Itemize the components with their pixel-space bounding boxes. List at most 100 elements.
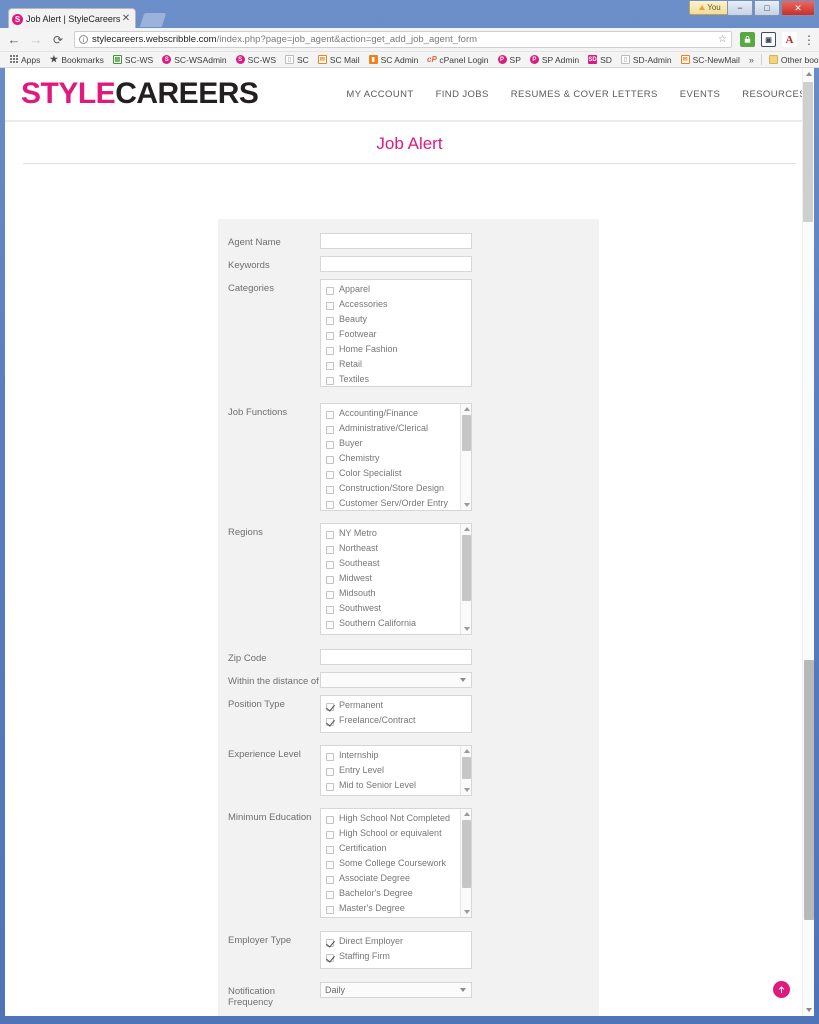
checkbox-icon[interactable]: [326, 590, 334, 599]
checkbox-icon[interactable]: [326, 440, 334, 449]
checkbox-option[interactable]: Direct Employer: [326, 936, 468, 951]
checkbox-icon[interactable]: [326, 470, 334, 479]
scroll-up-icon[interactable]: [463, 812, 470, 816]
close-window-button[interactable]: ✕: [781, 1, 815, 16]
checkbox-option[interactable]: Home Fashion: [326, 344, 468, 359]
checkbox-option[interactable]: Administrative/Clerical: [326, 423, 468, 438]
checkbox-option[interactable]: Midwest: [326, 573, 468, 588]
checkbox-icon[interactable]: [326, 425, 334, 434]
checkbox-icon[interactable]: [326, 702, 334, 711]
checkbox-option[interactable]: Buyer: [326, 438, 468, 453]
nav-item-my-account[interactable]: MY ACCOUNT: [346, 89, 413, 100]
checkbox-icon[interactable]: [326, 485, 334, 494]
checkbox-icon[interactable]: [326, 845, 334, 854]
you-tag-badge[interactable]: You: [689, 1, 731, 15]
bookmark-sp[interactable]: P SP: [494, 55, 525, 65]
scroll-up-icon[interactable]: [463, 749, 470, 753]
checkbox-option[interactable]: Beauty: [326, 314, 468, 329]
employer-type-listbox[interactable]: Direct Employer Staffing Firm: [320, 931, 472, 969]
bookmark-sc-newmail[interactable]: ✉ SC-NewMail: [677, 55, 744, 65]
position-type-listbox[interactable]: Permanent Freelance/Contract: [320, 695, 472, 733]
checkbox-option[interactable]: Construction/Store Design: [326, 483, 468, 498]
checkbox-icon[interactable]: [326, 953, 334, 962]
scrollbar-thumb[interactable]: [462, 535, 471, 601]
checkbox-icon[interactable]: [326, 620, 334, 629]
bookmark-sd-admin[interactable]: ▯ SD-Admin: [617, 55, 676, 65]
bookmark-sc-admin[interactable]: ▮ SC Admin: [365, 55, 423, 65]
adobe-extension-icon[interactable]: A: [782, 32, 797, 47]
checkbox-icon[interactable]: [326, 530, 334, 539]
checkbox-icon[interactable]: [326, 286, 334, 295]
scrollbar-thumb-upper[interactable]: [803, 82, 813, 222]
checkbox-option[interactable]: Master's Degree: [326, 903, 468, 917]
categories-listbox[interactable]: Apparel Accessories Beauty Footwear Home…: [320, 279, 472, 387]
bookmark-sc-ws-2[interactable]: S SC-WS: [232, 55, 280, 65]
notification-frequency-select[interactable]: Daily: [320, 982, 472, 998]
checkbox-icon[interactable]: [326, 752, 334, 761]
checkbox-option[interactable]: Textiles: [326, 374, 468, 386]
checkbox-option[interactable]: Mid to Senior Level: [326, 780, 468, 795]
checkbox-icon[interactable]: [326, 376, 334, 385]
regions-listbox[interactable]: NY Metro Northeast Southeast Midwest Mid…: [320, 523, 472, 635]
checkbox-option[interactable]: High School Not Completed: [326, 813, 468, 828]
checkbox-option[interactable]: Accessories: [326, 299, 468, 314]
checkbox-icon[interactable]: [326, 717, 334, 726]
maximize-button[interactable]: □: [754, 1, 780, 16]
checkbox-icon[interactable]: [326, 361, 334, 370]
scroll-down-icon[interactable]: [463, 788, 470, 792]
experience-level-listbox[interactable]: Internship Entry Level Mid to Senior Lev…: [320, 745, 472, 796]
nav-item-events[interactable]: EVENTS: [680, 89, 720, 100]
job-functions-scrollbar[interactable]: [460, 404, 471, 510]
bookmark-star-icon[interactable]: ☆: [718, 34, 727, 45]
bookmark-sp-admin[interactable]: P SP Admin: [526, 55, 583, 65]
regions-scrollbar[interactable]: [460, 524, 471, 634]
browser-tab[interactable]: S Job Alert | StyleCareers.: ✕: [8, 8, 136, 29]
experience-level-scrollbar[interactable]: [460, 746, 471, 795]
scrollbar-thumb[interactable]: [462, 757, 471, 779]
checkbox-option[interactable]: Apparel: [326, 284, 468, 299]
checkbox-icon[interactable]: [326, 830, 334, 839]
back-to-top-button[interactable]: [773, 981, 790, 998]
scroll-down-icon[interactable]: [806, 1008, 812, 1012]
minimize-button[interactable]: −: [727, 1, 753, 16]
checkbox-option[interactable]: High School or equivalent: [326, 828, 468, 843]
checkbox-option[interactable]: Midsouth: [326, 588, 468, 603]
bookmark-bookmarks[interactable]: ★ Bookmarks: [45, 54, 108, 65]
minimum-education-listbox[interactable]: High School Not Completed High School or…: [320, 808, 472, 918]
checkbox-option[interactable]: Southeast: [326, 558, 468, 573]
job-functions-listbox[interactable]: Accounting/Finance Administrative/Cleric…: [320, 403, 472, 511]
zip-code-input[interactable]: [320, 649, 472, 665]
checkbox-icon[interactable]: [326, 605, 334, 614]
address-bar[interactable]: i stylecareers.webscribble.com/index.php…: [74, 31, 732, 48]
checkbox-icon[interactable]: [326, 905, 334, 914]
checkbox-option[interactable]: Executive/Senior Level: [326, 795, 468, 796]
checkbox-option[interactable]: Internship: [326, 750, 468, 765]
checkbox-option[interactable]: Northeast: [326, 543, 468, 558]
checkbox-option[interactable]: Accounting/Finance: [326, 408, 468, 423]
lastpass-extension-icon[interactable]: [740, 32, 755, 47]
page-scrollbar[interactable]: [802, 68, 814, 1016]
new-tab-button[interactable]: [139, 13, 167, 27]
checkbox-option[interactable]: Southwest: [326, 603, 468, 618]
checkbox-icon[interactable]: [326, 767, 334, 776]
checkbox-icon[interactable]: [326, 545, 334, 554]
checkbox-option[interactable]: Retail: [326, 359, 468, 374]
scroll-up-icon[interactable]: [806, 72, 812, 76]
checkbox-option[interactable]: Entry Level: [326, 765, 468, 780]
browser-menu-icon[interactable]: ⋮: [803, 33, 815, 47]
checkbox-option[interactable]: NY Metro: [326, 528, 468, 543]
checkbox-option[interactable]: Northern California: [326, 633, 468, 634]
checkbox-icon[interactable]: [326, 301, 334, 310]
bookmark-sc-mail[interactable]: ✉ SC Mail: [314, 55, 364, 65]
site-logo[interactable]: STYLECAREERS: [21, 79, 259, 109]
checkbox-icon[interactable]: [326, 782, 334, 791]
reload-icon[interactable]: ⟳: [50, 32, 66, 48]
scroll-down-icon[interactable]: [463, 627, 470, 631]
bookmark-sc-wsadmin[interactable]: S SC-WSAdmin: [158, 55, 230, 65]
scroll-up-icon[interactable]: [463, 527, 470, 531]
minimum-education-scrollbar[interactable]: [460, 809, 471, 917]
checkbox-icon[interactable]: [326, 316, 334, 325]
checkbox-icon[interactable]: [326, 938, 334, 947]
forward-icon[interactable]: →: [28, 32, 44, 48]
checkbox-option[interactable]: Freelance/Contract: [326, 715, 468, 730]
